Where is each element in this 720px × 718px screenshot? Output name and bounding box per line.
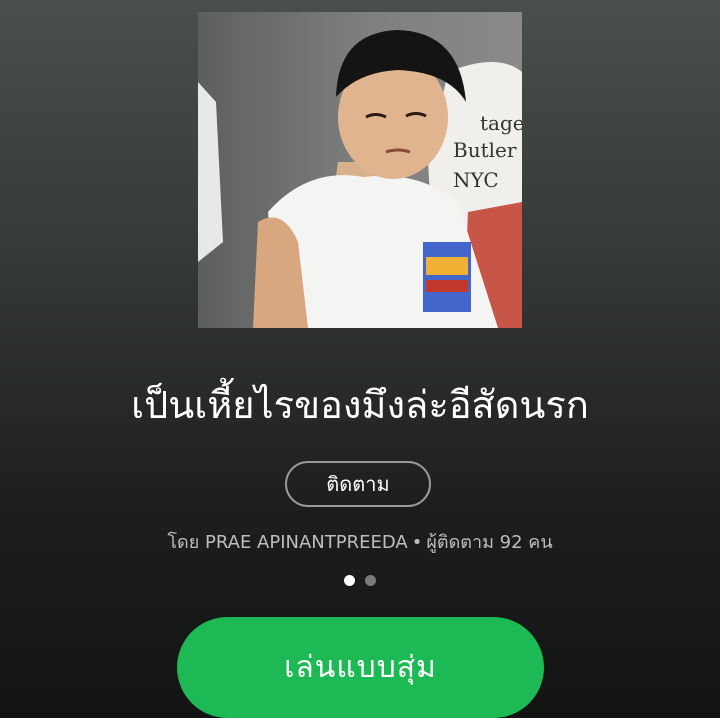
by-prefix: โดย [167,532,200,553]
page-indicator [0,575,720,586]
shirt-text-line3: NYC [453,168,499,192]
meta-separator: • [411,532,423,553]
playlist-title: เป็นเหี้ยไรของมึงล่ะอีสัดนรก [131,383,589,427]
playlist-cover-image: tage Butler NYC [198,12,522,328]
cover-photo: tage Butler NYC [198,12,522,328]
shuffle-play-button[interactable]: เล่นแบบสุ่ม [177,617,544,718]
page-dot-active [344,575,355,586]
shirt-text-line1: tage [480,111,522,135]
followers-count: ผู้ติดตาม 92 คน [426,532,553,553]
owner-name[interactable]: PRAE APINANTPREEDA [205,532,408,553]
follow-button[interactable]: ติดตาม [285,461,431,507]
page-dot-inactive [365,575,376,586]
shirt-text-line2: Butler [453,138,517,162]
playlist-meta: โดย PRAE APINANTPREEDA • ผู้ติดตาม 92 คน [0,527,720,556]
